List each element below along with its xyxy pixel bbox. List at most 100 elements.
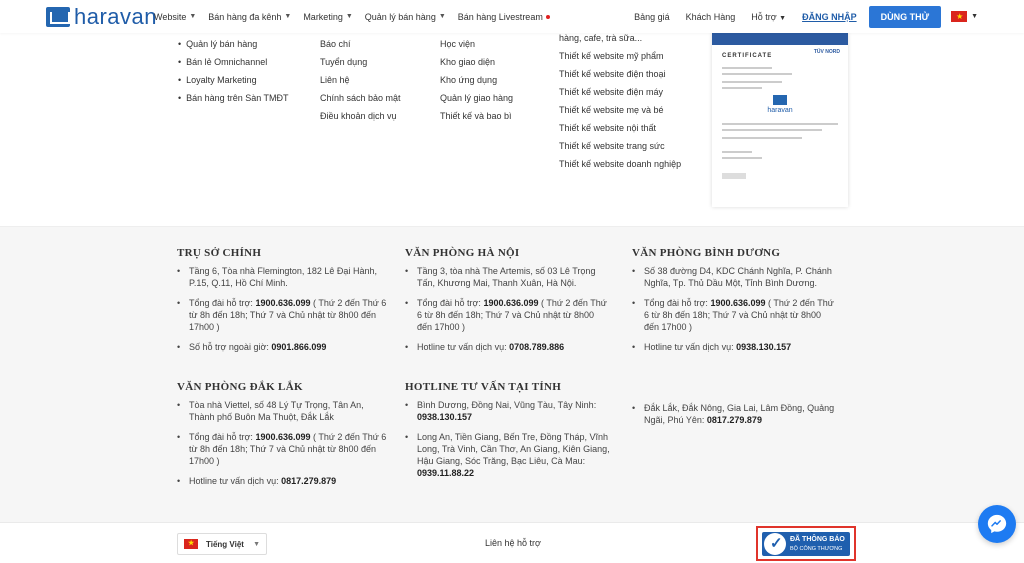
service-number[interactable]: 0938.130.157 [736,342,791,352]
footer-link[interactable]: Quản lý bán hàng [178,35,289,53]
hotline-number[interactable]: 1900.636.099 [255,298,310,308]
nav-support[interactable]: Hỗ trợ ▼ [751,12,786,22]
footer-link[interactable]: Liên hệ [320,71,401,89]
office-title: VĂN PHÒNG BÌNH DƯƠNG [632,247,781,259]
certificate-logo: haravan [760,95,800,114]
office-hq: TRỤ SỞ CHÍNH Tầng 6, Tòa nhà Flemington,… [177,247,387,361]
footer-link[interactable]: Thiết kế website mỹ phẩm [559,47,681,65]
office-hotline: Tổng đài hỗ trợ: 1900.636.099 ( Thứ 2 đế… [632,297,837,333]
office-hotline: Tổng đài hỗ trợ: 1900.636.099 ( Thứ 2 đế… [405,297,610,333]
office-title: TRỤ SỞ CHÍNH [177,247,262,259]
chevron-down-icon: ▼ [253,540,260,548]
footer-link[interactable]: Chính sách bảo mật [320,89,401,107]
footer-link[interactable]: Thiết kế website doanh nghiệp [559,155,681,173]
office-binhduong: VĂN PHÒNG BÌNH DƯƠNG Số 38 đường D4, KDC… [632,247,837,361]
offices-section: TRỤ SỞ CHÍNH Tầng 6, Tòa nhà Flemington,… [0,226,1024,522]
office-provinces-central: Đắk Lắk, Đắk Nông, Gia Lai, Lâm Đồng, Qu… [632,402,837,434]
nav-pricing[interactable]: Bảng giá [634,12,670,22]
language-select[interactable]: ★ Tiếng Việt ▼ [177,533,267,555]
links-col-resources: Học viện Kho giao diện Kho ứng dụng Quản… [440,35,513,125]
office-after-hours: Số hỗ trợ ngoài giờ: 0901.866.099 [177,341,387,353]
certificate-band [712,33,848,45]
logo-icon [773,95,787,105]
footer-link[interactable]: Bán lẻ Omnichannel [178,53,289,71]
footer-link[interactable]: Thiết kế và bao bì [440,107,513,125]
moit-badge-inner: ✓ ĐÃ THÔNG BÁO BỘ CÔNG THƯƠNG [762,532,850,556]
province-group: Bình Dương, Đồng Nai, Vũng Tàu, Tây Ninh… [405,399,610,423]
office-address: Tầng 6, Tòa nhà Flemington, 182 Lê Đại H… [177,265,387,289]
logo-icon [46,7,70,27]
logo-text: haravan [74,4,158,29]
hotline-number[interactable]: 1900.636.099 [483,298,538,308]
nav-label: Bán hàng Livestream [457,11,543,22]
footer-link[interactable]: Báo chí [320,35,401,53]
chevron-down-icon: ▼ [779,14,787,22]
office-provinces: HOTLINE TƯ VẤN TẠI TỈNH Bình Dương, Đồng… [405,381,610,487]
haravan-logo[interactable]: haravan [46,6,157,28]
chevron-down-icon: ▼ [345,13,353,20]
certificate-issuer: TÜV NORD [813,49,840,55]
login-link[interactable]: ĐĂNG NHẬP [802,12,857,22]
office-title: HOTLINE TƯ VẤN TẠI TỈNH [405,381,562,393]
footer-link[interactable]: Học viện [440,35,513,53]
live-dot-icon [545,14,550,19]
province-group: Đắk Lắk, Đắk Nông, Gia Lai, Lâm Đồng, Qu… [632,402,837,426]
messenger-icon [987,514,1007,534]
office-title: VĂN PHÒNG ĐẮK LẮK [177,381,303,393]
nav-sales-management[interactable]: Quản lý bán hàng ▼ [365,12,446,22]
footer-link[interactable]: Loyalty Marketing [178,71,289,89]
nav-marketing[interactable]: Marketing ▼ [303,12,352,22]
vietnam-flag-icon: ★ [184,539,198,549]
footer-link[interactable]: Kho giao diện [440,53,513,71]
footer-link[interactable]: Thiết kế website mẹ và bé [559,101,681,119]
moit-badge[interactable]: ✓ ĐÃ THÔNG BÁO BỘ CÔNG THƯƠNG [756,526,856,561]
links-col-products: Quản lý bán hàng Bán lẻ Omnichannel Loya… [178,35,289,107]
nav-label: Marketing [303,11,343,22]
top-header: haravan Website ▼ Bán hàng đa kênh ▼ Marke… [0,0,1024,33]
trial-button[interactable]: DÙNG THỬ [868,5,942,28]
footer-link[interactable]: Bán hàng trên Sàn TMĐT [178,89,288,107]
footer-link[interactable]: Quản lý giao hàng [440,89,513,107]
messenger-button[interactable] [978,505,1016,543]
vietnam-flag-icon[interactable]: ★ [951,11,968,22]
province-number[interactable]: 0938.130.157 [417,412,472,422]
nav-label: Bán hàng đa kênh [208,11,282,22]
office-hotline: Tổng đài hỗ trợ: 1900.636.099 ( Thứ 2 đế… [177,297,387,333]
footer-link[interactable]: Thiết kế website điện máy [559,83,681,101]
certificate-title: CERTIFICATE [722,53,773,59]
footer-link[interactable]: Kho ứng dụng [440,71,513,89]
footer-link[interactable]: Thiết kế website trang sức [559,137,681,155]
nav-customers[interactable]: Khách Hàng [686,12,736,22]
badge-line2: BỘ CÔNG THƯƠNG [790,546,843,552]
office-hanoi: VĂN PHÒNG HÀ NỘI Tầng 3, tòa nhà The Art… [405,247,610,361]
nav-livestream[interactable]: Bán hàng Livestream [458,12,550,22]
support-link[interactable]: Liên hệ hỗ trợ [485,538,541,548]
chevron-down-icon[interactable]: ▼ [971,13,978,20]
nav-support-label: Hỗ trợ [751,11,777,22]
service-number[interactable]: 0817.279.879 [281,476,336,486]
footer-link[interactable]: Thiết kế website điện thoại [559,65,681,83]
chevron-down-icon: ▼ [189,13,197,20]
footer-bar: ★ Tiếng Việt ▼ Liên hệ hỗ trợ ✓ ĐÃ THÔNG… [0,522,1024,563]
chevron-down-icon: ▼ [438,13,446,20]
nav-website[interactable]: Website ▼ [154,12,196,22]
nav-omnichannel[interactable]: Bán hàng đa kênh ▼ [208,12,291,22]
hotline-number[interactable]: 1900.636.099 [255,432,310,442]
hotline-number[interactable]: 1900.636.099 [710,298,765,308]
footer-link[interactable]: Tuyển dụng [320,53,401,71]
office-hotline: Tổng đài hỗ trợ: 1900.636.099 ( Thứ 2 đế… [177,431,387,467]
province-group: Long An, Tiền Giang, Bến Tre, Đồng Tháp,… [405,431,610,479]
iso-certificate-image[interactable]: TÜV NORD CERTIFICATE haravan [712,33,848,207]
language-label: Tiếng Việt [206,539,244,549]
footer-link[interactable]: Thiết kế website nội thất [559,119,681,137]
province-number[interactable]: 0939.11.88.22 [417,468,474,478]
service-number[interactable]: 0708.789.886 [509,342,564,352]
after-hours-number[interactable]: 0901.866.099 [271,342,326,352]
footer-link[interactable]: Điều khoản dịch vụ [320,107,401,125]
nav-right: Bảng giá Khách Hàng Hỗ trợ ▼ ĐĂNG NHẬP D… [618,0,978,33]
main-nav: Website ▼ Bán hàng đa kênh ▼ Marketing ▼ Qu… [154,0,562,33]
badge-line1: ĐÃ THÔNG BÁO [790,536,845,543]
office-title: VĂN PHÒNG HÀ NỘI [405,247,520,259]
office-service: Hotline tư vấn dịch vụ: 0938.130.157 [632,341,837,353]
province-number[interactable]: 0817.279.879 [707,415,762,425]
